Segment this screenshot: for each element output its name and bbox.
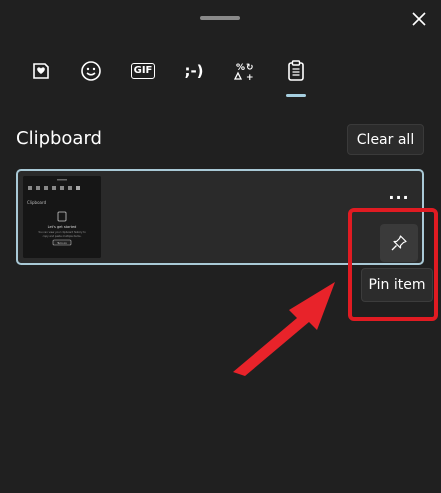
thumbnail-section-text: Clipboard: [27, 200, 47, 205]
highlight-annotation-box: [348, 208, 438, 321]
tab-symbols[interactable]: % ↻ +: [224, 54, 266, 88]
tab-favorites[interactable]: [20, 54, 62, 88]
thumbnail-line2-text: copy and paste multiple items.: [43, 234, 82, 238]
thumbnail-button-text: Turn on: [57, 241, 67, 245]
symbols-icon: % ↻ +: [234, 63, 254, 82]
kaomoji-icon: ;-): [184, 62, 204, 80]
svg-text:%: %: [236, 63, 245, 73]
clipboard-item-thumbnail: Clipboard Let's get started You can view…: [23, 176, 101, 258]
annotation-arrow-icon: [233, 282, 335, 376]
more-icon: ...: [388, 184, 410, 203]
drag-handle[interactable]: [200, 16, 240, 20]
tab-clipboard[interactable]: [275, 54, 317, 88]
clear-all-button[interactable]: Clear all: [347, 124, 424, 155]
close-icon: [412, 12, 426, 26]
section-title: Clipboard: [16, 128, 102, 149]
tab-kaomoji[interactable]: ;-): [173, 54, 215, 88]
active-tab-indicator: [286, 94, 306, 97]
close-button[interactable]: [404, 6, 434, 32]
heart-sticker-icon: [33, 63, 49, 79]
smiley-icon: [81, 61, 101, 81]
gif-icon: GIF: [130, 63, 156, 79]
emoji-clipboard-panel: GIF ;-) % ↻ + Clipboard Clear all Clipbo…: [0, 0, 441, 493]
screenshot-thumbnail-image: Clipboard Let's get started You can view…: [23, 176, 101, 258]
thumbnail-line1-text: You can view your clipboard history to: [38, 230, 86, 234]
tab-emoji[interactable]: [70, 54, 112, 88]
clipboard-icon: [288, 60, 304, 81]
tab-gif[interactable]: GIF: [122, 54, 164, 88]
thumbnail-heading-text: Let's get started: [48, 225, 77, 229]
svg-text:+: +: [246, 73, 254, 82]
svg-text:↻: ↻: [246, 63, 254, 73]
more-options-button[interactable]: ...: [384, 184, 414, 204]
